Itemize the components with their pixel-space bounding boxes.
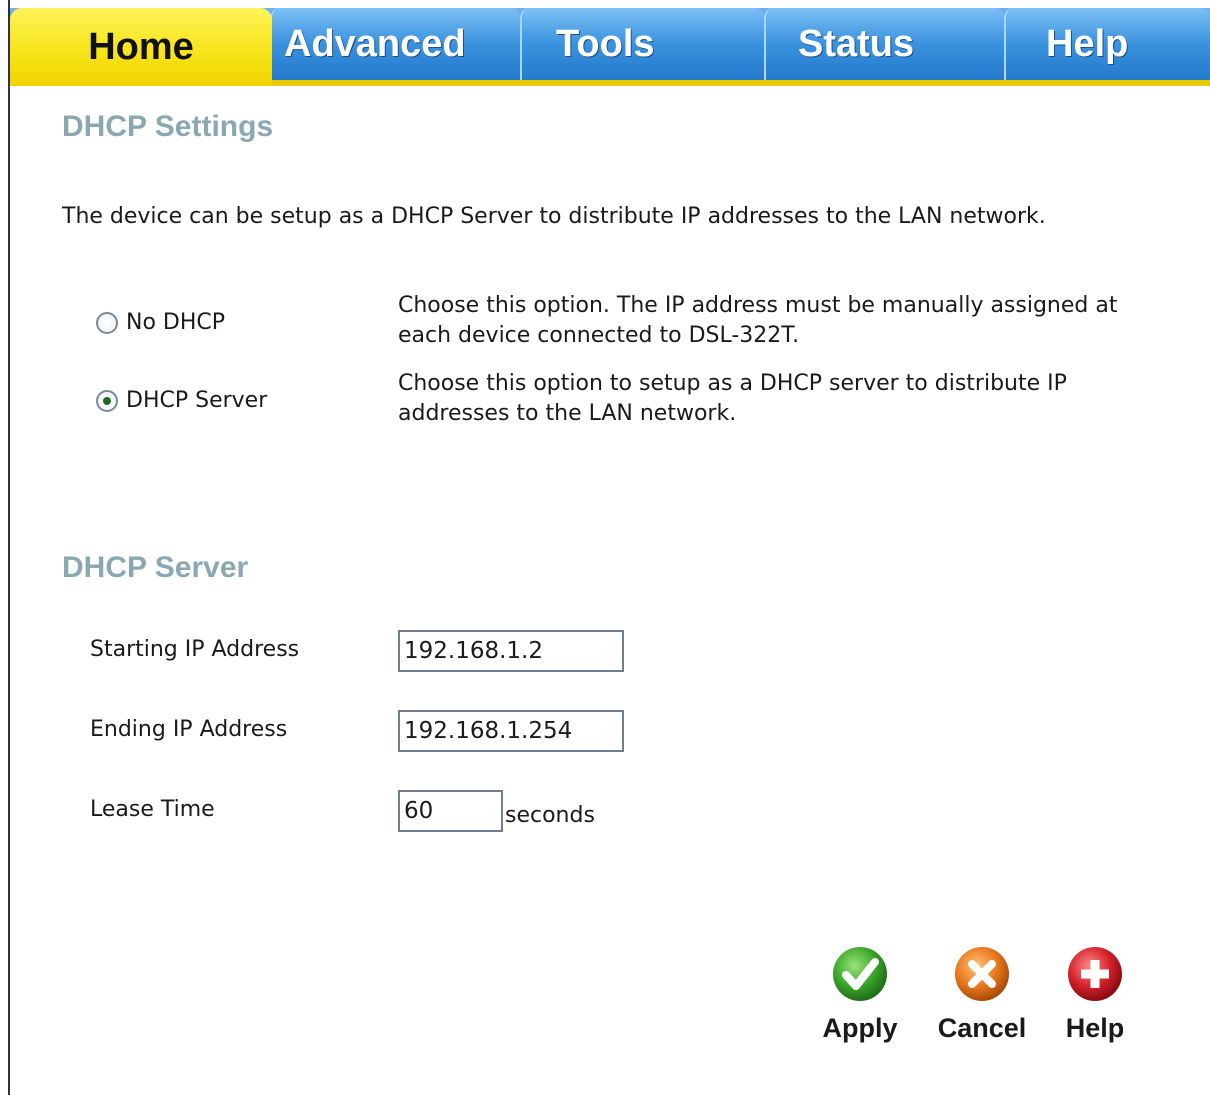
- tab-status[interactable]: Status: [764, 8, 1004, 80]
- no-dhcp-radio[interactable]: [96, 311, 118, 334]
- ending-ip-input[interactable]: [398, 710, 624, 752]
- apply-button[interactable]: Apply: [818, 945, 902, 1044]
- dhcp-server-radio[interactable]: [96, 389, 118, 412]
- cancel-button[interactable]: Cancel: [932, 945, 1032, 1044]
- help-button[interactable]: Help: [1060, 945, 1130, 1044]
- no-dhcp-description: Choose this option. The IP address must …: [398, 293, 1118, 348]
- lease-time-input[interactable]: [398, 790, 503, 832]
- tab-home[interactable]: Home: [10, 8, 272, 86]
- plus-icon: [1066, 945, 1124, 1003]
- starting-ip-label: Starting IP Address: [90, 637, 300, 662]
- starting-ip-input[interactable]: [398, 630, 624, 672]
- tab-help[interactable]: Help: [1004, 8, 1210, 80]
- apply-label: Apply: [822, 1013, 898, 1043]
- tab-tools[interactable]: Tools: [520, 8, 764, 80]
- dhcp-settings-title: DHCP Settings: [62, 110, 274, 143]
- dhcp-server-title: DHCP Server: [62, 551, 249, 584]
- page-frame: [8, 0, 1210, 1095]
- tab-advanced[interactable]: Advanced: [270, 8, 520, 80]
- help-label: Help: [1065, 1013, 1125, 1043]
- no-dhcp-label: No DHCP: [126, 310, 226, 335]
- no-dhcp-option[interactable]: No DHCP: [96, 310, 225, 335]
- lease-time-label: Lease Time: [90, 797, 215, 822]
- cancel-label: Cancel: [937, 1013, 1027, 1043]
- x-icon: [953, 945, 1011, 1003]
- ending-ip-label: Ending IP Address: [90, 717, 288, 742]
- checkmark-icon: [831, 945, 889, 1003]
- dhcp-intro-text: The device can be setup as a DHCP Server…: [62, 204, 1046, 229]
- lease-time-unit: seconds: [505, 803, 595, 828]
- dhcp-server-option[interactable]: DHCP Server: [96, 388, 267, 413]
- dhcp-server-label: DHCP Server: [126, 388, 268, 413]
- dhcp-server-description: Choose this option to setup as a DHCP se…: [398, 371, 1067, 426]
